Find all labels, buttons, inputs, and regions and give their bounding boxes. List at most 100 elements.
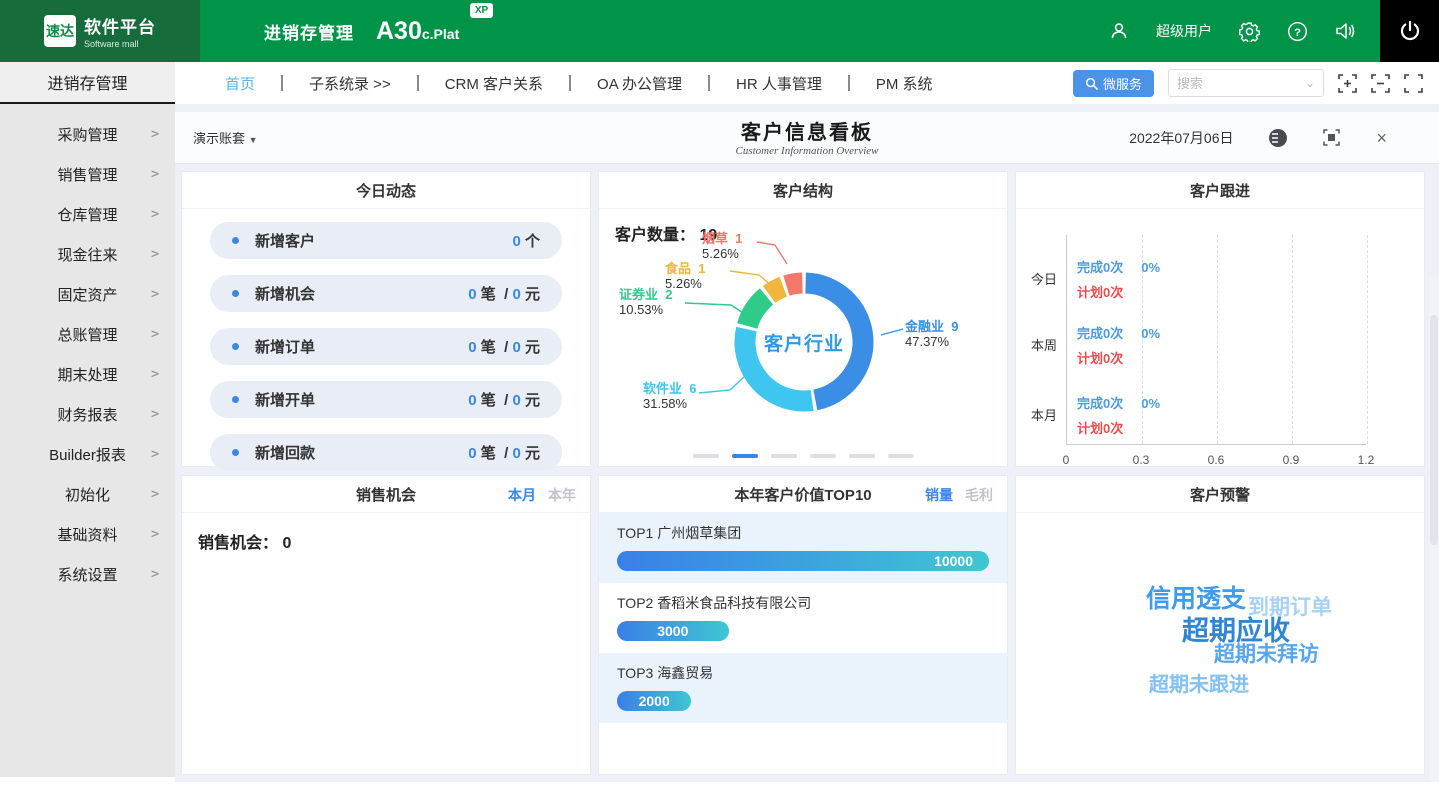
pager-dash-5[interactable] (849, 454, 875, 458)
nav-link-2[interactable]: 子系统录 >> (283, 73, 417, 94)
today-row-value: 0 笔 / 0 元 (468, 442, 540, 463)
microservice-label: 微服务 (1103, 74, 1142, 93)
chevron-right-icon: > (151, 167, 159, 182)
pager-dash-1[interactable] (693, 454, 719, 458)
today-row-label: 新增回款 (255, 442, 315, 463)
pager-dash-3[interactable] (771, 454, 797, 458)
search-chevron-down-icon[interactable]: ⌄ (1305, 76, 1315, 90)
logo-badge: 速达 (44, 15, 76, 47)
tab-inventory-module[interactable]: 进销存管理 (0, 62, 175, 104)
speaker-icon[interactable] (1334, 20, 1356, 42)
bullet-dot-icon (232, 290, 239, 297)
card-top10-title: 本年客户价值TOP10 (734, 484, 871, 505)
followup-chart: 今日完成0次0%计划0次本周完成0次0%计划0次本月完成0次0%计划0次 00.… (1016, 209, 1424, 466)
sidebar-item-7[interactable]: 期末处理> (0, 354, 175, 394)
sidebar-item-12[interactable]: 系统设置> (0, 554, 175, 594)
app-logo[interactable]: 速达 软件平台 Software mall (0, 0, 200, 62)
fullscreen-frame-icon[interactable] (1404, 74, 1423, 93)
today-row-4[interactable]: 新增开单0 笔 / 0 元 (210, 381, 562, 418)
chevron-right-icon: > (151, 287, 159, 302)
today-row-1[interactable]: 新增客户 0 个 (210, 222, 562, 259)
top10-toggle-销量[interactable]: 销量 (925, 485, 953, 505)
bullet-dot-icon (232, 449, 239, 456)
zoom-out-frame-icon[interactable] (1371, 74, 1390, 93)
today-row-label: 新增客户 (255, 230, 315, 251)
warning-word-5[interactable]: 超期未跟进 (1149, 668, 1249, 697)
sidebar-item-label: 固定资产 (57, 284, 117, 305)
x-tick: 0.3 (1133, 453, 1150, 467)
help-icon[interactable]: ? (1286, 20, 1308, 42)
card-customer-followup: 客户跟进 今日完成0次0%计划0次本周完成0次0%计划0次本月完成0次0%计划0… (1015, 171, 1425, 467)
search-input[interactable] (1177, 76, 1305, 91)
product-name: A30c.Plat XP (376, 17, 489, 46)
today-row-5[interactable]: 新增回款 0 笔 / 0 元 (210, 434, 562, 471)
dashboard-subtitle: Customer Information Overview (175, 145, 1439, 157)
pager-dash-2[interactable] (732, 454, 758, 458)
x-tick: 1.2 (1358, 453, 1375, 467)
card-today-activity: 今日动态 新增客户0 个新增机会0 笔 / 0 元新增订单0 笔 / 0 元新增… (181, 171, 591, 467)
nav-link-6[interactable]: PM 系统 (850, 73, 959, 94)
today-row-3[interactable]: 新增订单0 笔 / 0 元 (210, 328, 562, 365)
pager-dash-4[interactable] (810, 454, 836, 458)
followup-row-2: 完成0次0%计划0次 (1077, 323, 1160, 367)
sidebar-item-3[interactable]: 仓库管理> (0, 194, 175, 234)
sidebar-item-1[interactable]: 采购管理> (0, 114, 175, 154)
pager-dash-6[interactable] (888, 454, 914, 458)
followup-done-label: 完成0次0% (1077, 257, 1160, 276)
sidebar-item-4[interactable]: 现金往来> (0, 234, 175, 274)
main-content: 演示账套 ▼ 客户信息看板 Customer Information Overv… (175, 104, 1439, 782)
chevron-right-icon: > (151, 567, 159, 582)
x-tick: 0.6 (1208, 453, 1225, 467)
sales-opportunity-count: 销售机会： 0 (198, 529, 291, 553)
scrollbar-thumb[interactable] (1430, 315, 1438, 545)
today-row-2[interactable]: 新增机会0 笔 / 0 元 (210, 275, 562, 312)
followup-plan-label: 计划0次 (1077, 282, 1160, 301)
sidebar-item-label: 销售管理 (57, 164, 117, 185)
warning-word-4[interactable]: 超期未拜访 (1214, 638, 1319, 668)
followup-plan-label: 计划0次 (1077, 418, 1160, 437)
username-label[interactable]: 超级用户 (1156, 21, 1212, 41)
sales-toggle-本年[interactable]: 本年 (548, 485, 576, 505)
nav-link-5[interactable]: HR 人事管理 (710, 73, 848, 94)
pie-callout-食品: 食品 15.26% (665, 261, 705, 291)
theme-toggle-icon[interactable] (1269, 129, 1287, 147)
settings-gear-icon[interactable] (1238, 20, 1260, 42)
followup-done-label: 完成0次0% (1077, 393, 1160, 412)
sidebar-item-2[interactable]: 销售管理 > (0, 154, 175, 194)
top10-row-3[interactable]: TOP3 海鑫贸易2000 (599, 653, 1007, 723)
pie-callout-金融业: 金融业 947.37% (905, 319, 958, 349)
dashboard-title: 客户信息看板 (175, 116, 1439, 145)
nav-link-1[interactable]: 首页 (199, 73, 281, 94)
search-box[interactable]: ⌄ (1168, 69, 1324, 97)
sidebar-item-10[interactable]: 初始化> (0, 474, 175, 514)
sidebar-item-label: 采购管理 (57, 124, 117, 145)
top10-row-1[interactable]: TOP1 广州烟草集团10000 (599, 513, 1007, 583)
bottom-strip (0, 782, 1439, 790)
card-today-title: 今日动态 (356, 180, 416, 201)
donut-chart[interactable]: 客户行业 (719, 257, 889, 427)
sidebar-item-9[interactable]: Builder报表> (0, 434, 175, 474)
today-row-label: 新增机会 (255, 283, 315, 304)
top10-row-label: TOP3 海鑫贸易 (617, 663, 989, 683)
microservice-button[interactable]: 微服务 (1073, 70, 1154, 97)
nav-link-3[interactable]: CRM 客户关系 (419, 73, 569, 94)
sidebar-item-8[interactable]: 财务报表> (0, 394, 175, 434)
followup-category: 本月 (1027, 405, 1061, 424)
nav-link-4[interactable]: OA 办公管理 (571, 73, 708, 94)
zoom-in-frame-icon[interactable] (1338, 74, 1357, 93)
sidebar-item-6[interactable]: 总账管理> (0, 314, 175, 354)
secondary-navbar: 进销存管理 首页子系统录 >>CRM 客户关系OA 办公管理HR 人事管理PM … (0, 62, 1439, 104)
top10-toggle-毛利[interactable]: 毛利 (965, 485, 993, 505)
top10-row-2[interactable]: TOP2 香稻米食品科技有限公司3000 (599, 583, 1007, 653)
sidebar-item-label: 初始化 (65, 484, 110, 505)
followup-row-1: 完成0次0% 计划0次 (1077, 257, 1160, 301)
logout-power-button[interactable] (1380, 0, 1439, 62)
chevron-right-icon: > (151, 207, 159, 222)
scrollbar-track[interactable] (1429, 275, 1439, 790)
sales-toggle-本月[interactable]: 本月 (508, 485, 536, 505)
today-row-value: 0 个 (512, 230, 540, 251)
sidebar-item-11[interactable]: 基础资料> (0, 514, 175, 554)
sidebar-item-5[interactable]: 固定资产 > (0, 274, 175, 314)
user-icon[interactable] (1108, 20, 1130, 42)
top10-bar-area: 3000 (617, 621, 989, 641)
